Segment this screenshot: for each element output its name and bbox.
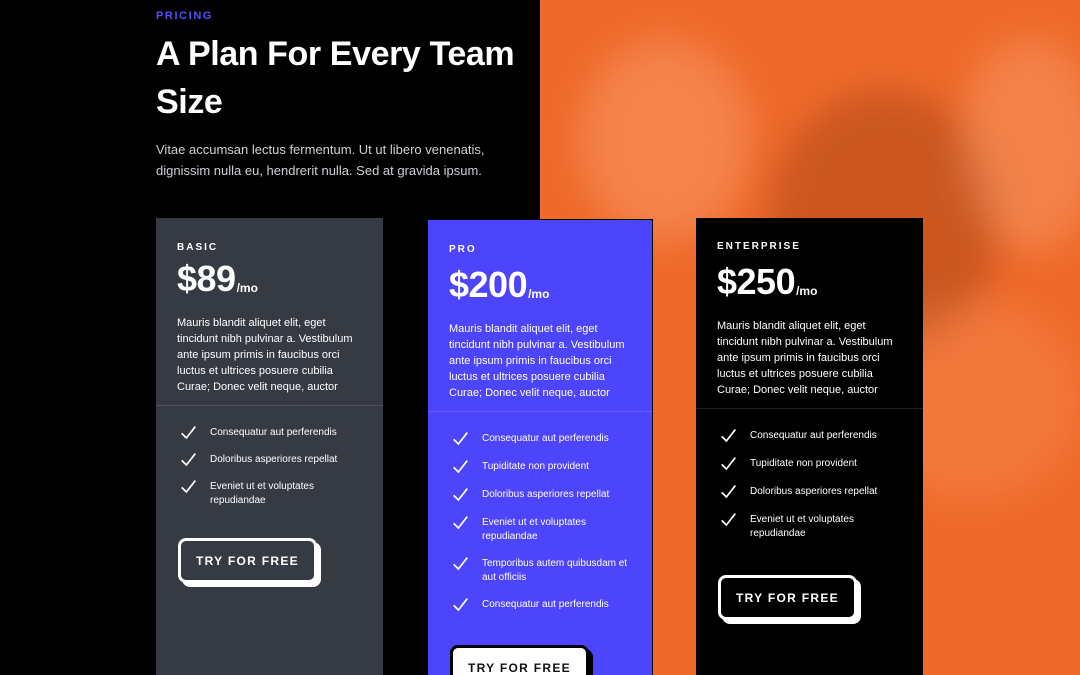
feature-item: Tupiditate non provident — [452, 460, 652, 475]
plan-name: ENTERPRISE — [717, 241, 801, 252]
check-icon — [721, 457, 736, 471]
plan-period: /mo — [528, 287, 550, 301]
hero-description: Vitae accumsan lectus fermentum. Ut ut l… — [156, 142, 485, 178]
feature-list: Consequatur aut perferendis Doloribus as… — [156, 406, 383, 508]
feature-item: Doloribus asperiores repellat — [452, 488, 652, 503]
feature-text: Doloribus asperiores repellat — [210, 454, 338, 465]
feature-text: Consequatur aut perferendis — [750, 430, 877, 441]
feature-item: Consequatur aut perferendis — [180, 426, 383, 441]
check-icon — [453, 432, 468, 446]
feature-text: Consequatur aut perferendis — [482, 433, 609, 444]
check-icon — [453, 557, 468, 571]
plan-description: Mauris blandit aliquet elit, eget tincid… — [717, 320, 893, 396]
try-for-free-button[interactable]: TRY FOR FREE — [178, 538, 317, 583]
check-icon — [453, 460, 468, 474]
plan-price: $89 — [177, 258, 236, 299]
try-for-free-button[interactable]: TRY FOR FREE — [450, 645, 589, 675]
feature-text: Eveniet ut et voluptates repudiandae — [482, 517, 586, 542]
plan-name: BASIC — [177, 242, 219, 253]
page-title: A Plan For Every Team Size — [156, 35, 515, 121]
feature-item: Doloribus asperiores repellat — [180, 453, 383, 468]
plan-card-basic: BASIC $89 /mo Mauris blandit aliquet eli… — [156, 218, 383, 675]
feature-item: Temporibus autem quibusdam et aut offici… — [452, 557, 652, 585]
section-eyebrow: PRICING — [156, 10, 214, 22]
feature-item: Tupiditate non provident — [720, 457, 923, 472]
check-icon — [453, 598, 468, 612]
check-icon — [181, 480, 196, 494]
feature-item: Consequatur aut perferendis — [452, 432, 652, 447]
feature-item: Doloribus asperiores repellat — [720, 485, 923, 500]
plan-name: PRO — [449, 244, 477, 255]
check-icon — [721, 429, 736, 443]
feature-list: Consequatur aut perferendis Tupiditate n… — [428, 412, 652, 613]
feature-item: Consequatur aut perferendis — [720, 429, 923, 444]
feature-item: Eveniet ut et voluptates repudiandae — [720, 513, 923, 541]
feature-text: Tupiditate non provident — [750, 458, 857, 469]
plan-card-enterprise: ENTERPRISE $250 /mo Mauris blandit aliqu… — [696, 218, 923, 675]
feature-text: Doloribus asperiores repellat — [750, 486, 878, 497]
feature-text: Temporibus autem quibusdam et aut offici… — [482, 558, 628, 583]
feature-text: Doloribus asperiores repellat — [482, 489, 610, 500]
feature-item: Eveniet ut et voluptates repudiandae — [180, 480, 383, 508]
check-icon — [453, 516, 468, 530]
check-icon — [181, 453, 196, 467]
feature-text: Eveniet ut et voluptates repudiandae — [750, 514, 854, 539]
feature-item: Eveniet ut et voluptates repudiandae — [452, 516, 652, 544]
try-for-free-button[interactable]: TRY FOR FREE — [718, 575, 857, 620]
price-row: $89 /mo — [177, 261, 362, 297]
check-icon — [721, 485, 736, 499]
plan-card-pro: PRO $200 /mo Mauris blandit aliquet elit… — [427, 219, 653, 675]
plan-description: Mauris blandit aliquet elit, eget tincid… — [177, 317, 353, 393]
check-icon — [453, 488, 468, 502]
plan-period: /mo — [796, 284, 818, 298]
plan-period: /mo — [236, 281, 258, 295]
plan-price: $200 — [449, 264, 528, 305]
price-row: $250 /mo — [717, 264, 902, 300]
feature-text: Consequatur aut perferendis — [482, 599, 609, 610]
feature-text: Eveniet ut et voluptates repudiandae — [210, 481, 314, 506]
feature-text: Consequatur aut perferendis — [210, 427, 337, 438]
plan-description: Mauris blandit aliquet elit, eget tincid… — [449, 323, 625, 399]
feature-text: Tupiditate non provident — [482, 461, 589, 472]
feature-item: Consequatur aut perferendis — [452, 598, 652, 613]
plan-price: $250 — [717, 261, 796, 302]
check-icon — [721, 513, 736, 527]
check-icon — [181, 426, 196, 440]
feature-list: Consequatur aut perferendis Tupiditate n… — [696, 409, 923, 541]
price-row: $200 /mo — [449, 267, 631, 303]
